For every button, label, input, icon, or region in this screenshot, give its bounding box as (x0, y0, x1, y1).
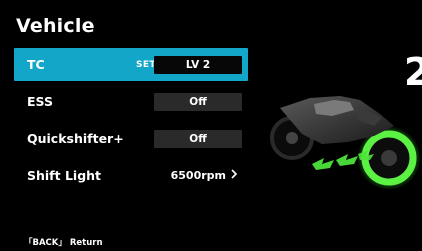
tc-label: TC (27, 57, 45, 72)
quickshifter-label: Quickshifter+ (27, 131, 124, 146)
shift-light-value: 6500rpm (170, 169, 226, 182)
page-title: Vehicle (16, 15, 95, 37)
shift-light-value-link[interactable]: 6500rpm (171, 169, 238, 182)
back-hint: 「BACK」 Return (24, 238, 103, 248)
vehicle-settings-screen: Vehicle TC SET LV 2 ESS Off Quickshifter… (0, 0, 422, 251)
menu-item-tc[interactable]: TC SET LV 2 (14, 48, 248, 81)
set-tag: SET (136, 59, 156, 70)
quickshifter-value[interactable]: Off (154, 130, 242, 148)
tc-value[interactable]: LV 2 (154, 56, 242, 74)
ess-value[interactable]: Off (154, 93, 242, 111)
motorcycle-illustration (270, 96, 421, 190)
menu-item-shift-light[interactable]: Shift Light 6500rpm (14, 159, 248, 192)
chevron-right-icon (231, 169, 238, 182)
menu-item-ess[interactable]: ESS Off (14, 85, 248, 118)
ess-label: ESS (27, 94, 53, 109)
settings-menu: TC SET LV 2 ESS Off Quickshifter+ Off Sh… (14, 48, 248, 192)
menu-item-quickshifter[interactable]: Quickshifter+ Off (14, 122, 248, 155)
shift-light-label: Shift Light (27, 168, 102, 183)
